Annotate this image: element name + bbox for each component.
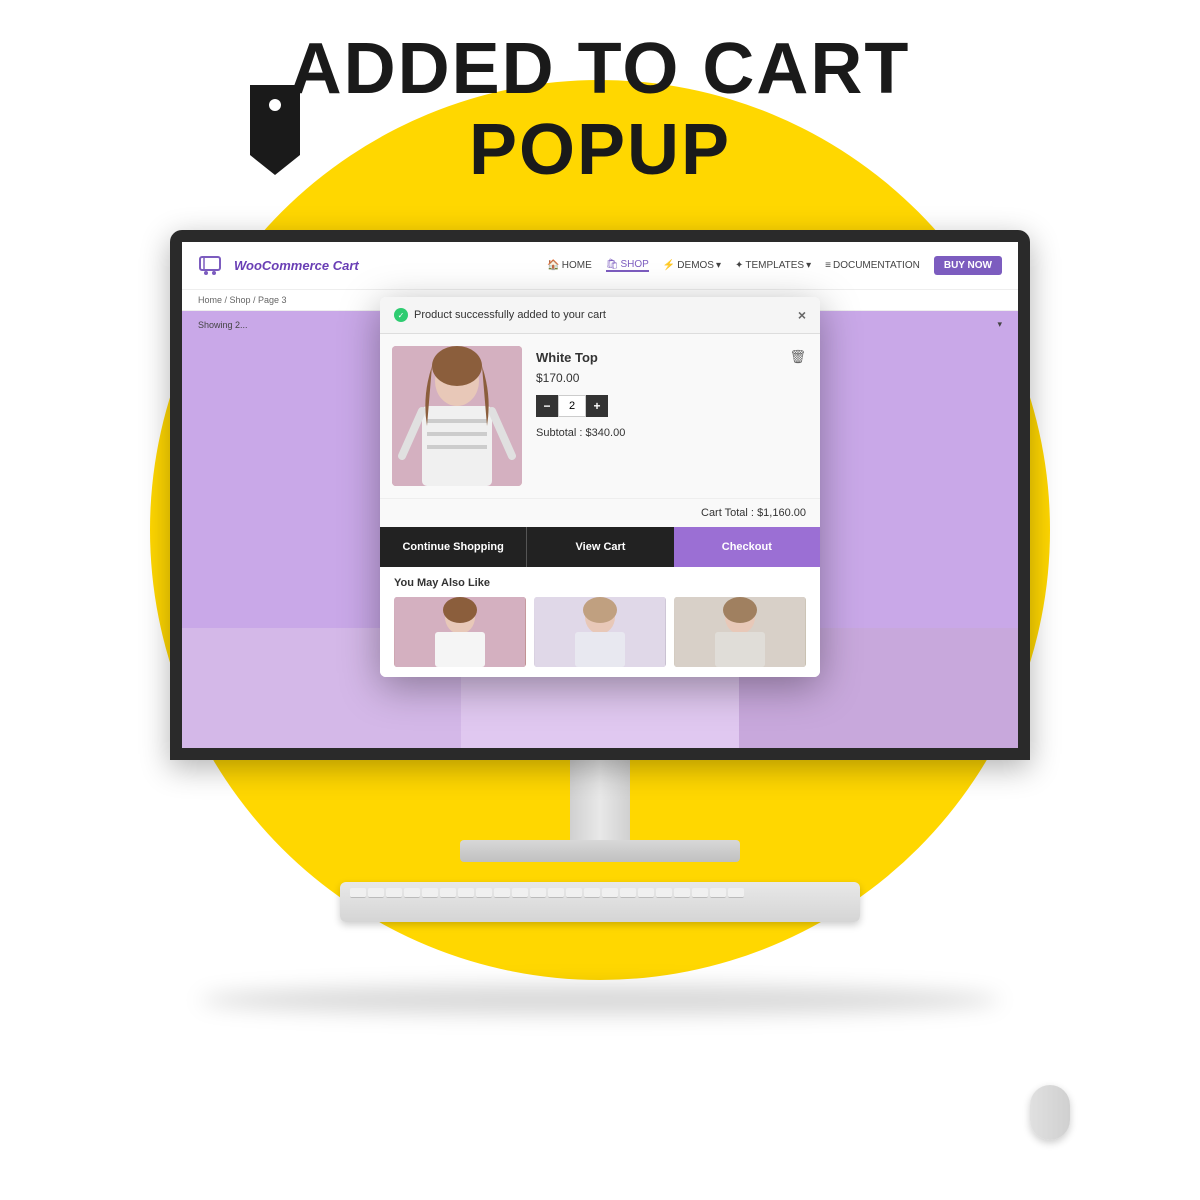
logo-cart-icon <box>198 255 228 277</box>
logo-text: WooCommerce Cart <box>234 258 359 273</box>
popup-modal: ✓ Product successfully added to your car… <box>380 297 820 677</box>
monitor-wrapper: WooCommerce Cart 🏠 HOME 🛍 SHOP ⚡ DEMOS ▾… <box>170 230 1030 922</box>
quantity-input[interactable] <box>558 395 586 417</box>
continue-shopping-button[interactable]: Continue Shopping <box>380 527 526 567</box>
also-like-item-2[interactable] <box>534 597 666 667</box>
keyboard <box>340 882 860 922</box>
also-like-item-1[interactable] <box>394 597 526 667</box>
quantity-increase-button[interactable]: + <box>586 395 608 417</box>
popup-product-area: White Top $170.00 − + Subtotal : $340.00 <box>380 334 820 498</box>
mouse <box>1030 1085 1070 1140</box>
page-title-line2: POPUP <box>0 109 1200 191</box>
also-like-title: You May Also Like <box>394 577 806 589</box>
delete-icon-area: 🗑 <box>789 348 806 366</box>
popup-header: ✓ Product successfully added to your car… <box>380 297 820 334</box>
buy-now-button[interactable]: BUY NOW <box>934 256 1002 275</box>
also-like-products <box>394 597 806 667</box>
page-title-line1: ADDED TO CART <box>0 30 1200 109</box>
monitor-screen: WooCommerce Cart 🏠 HOME 🛍 SHOP ⚡ DEMOS ▾… <box>170 230 1030 760</box>
cart-total-bar: Cart Total : $1,160.00 <box>380 498 820 527</box>
website-content: WooCommerce Cart 🏠 HOME 🛍 SHOP ⚡ DEMOS ▾… <box>182 242 1018 748</box>
nav-demos[interactable]: ⚡ DEMOS ▾ <box>663 260 721 271</box>
checkout-button[interactable]: Checkout <box>674 527 820 567</box>
view-cart-button[interactable]: View Cart <box>526 527 673 567</box>
nav-shop[interactable]: 🛍 SHOP <box>606 259 649 272</box>
product-subtotal: Subtotal : $340.00 <box>536 427 808 439</box>
tag-icon <box>235 85 315 175</box>
website-header: WooCommerce Cart 🏠 HOME 🛍 SHOP ⚡ DEMOS ▾… <box>182 242 1018 290</box>
product-price: $170.00 <box>536 371 808 385</box>
nav-documentation[interactable]: ≡ DOCUMENTATION <box>825 260 920 271</box>
product-name: White Top <box>536 350 808 365</box>
popup-success-message: ✓ Product successfully added to your car… <box>394 308 606 322</box>
nav-templates[interactable]: ✦ TEMPLATES ▾ <box>735 260 811 271</box>
nav-items: 🏠 HOME 🛍 SHOP ⚡ DEMOS ▾ ✦ TEMPLATES ▾ ≡ … <box>547 256 1002 275</box>
logo-area: WooCommerce Cart <box>198 255 359 277</box>
product-image-svg <box>392 346 522 486</box>
also-like-item-3[interactable] <box>674 597 806 667</box>
page-title-area: ADDED TO CART POPUP <box>0 30 1200 191</box>
popup-action-buttons: Continue Shopping View Cart Checkout <box>380 527 820 567</box>
product-image <box>392 346 522 486</box>
product-details: White Top $170.00 − + Subtotal : $340.00 <box>536 346 808 486</box>
success-icon: ✓ <box>394 308 408 322</box>
popup-close-button[interactable]: × <box>798 307 806 323</box>
nav-home[interactable]: 🏠 HOME <box>547 260 591 271</box>
monitor-stand-neck <box>570 760 630 840</box>
also-like-section: You May Also Like <box>380 567 820 677</box>
delete-icon[interactable]: 🗑 <box>789 349 806 364</box>
quantity-decrease-button[interactable]: − <box>536 395 558 417</box>
monitor-bottom-shadow <box>200 985 1000 1015</box>
quantity-controls: − + <box>536 395 808 417</box>
keyboard-keys <box>340 882 860 904</box>
monitor-base <box>460 840 740 862</box>
